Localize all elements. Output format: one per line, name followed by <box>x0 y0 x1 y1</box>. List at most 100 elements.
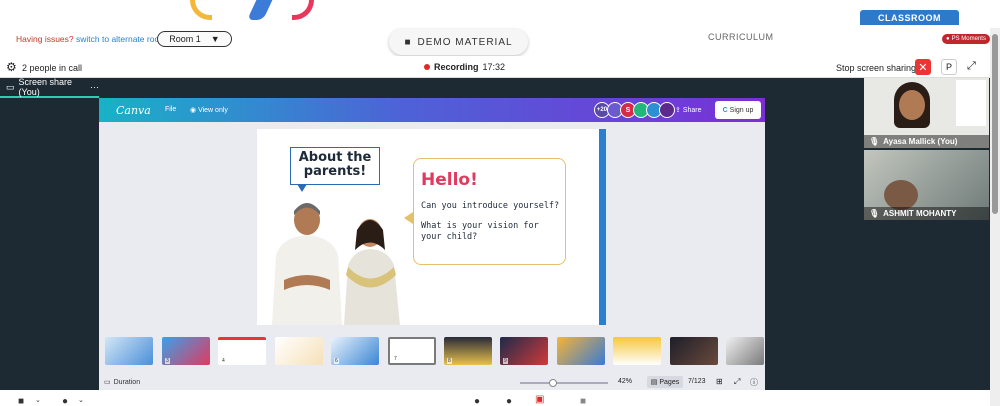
demo-material-label: DEMO MATERIAL <box>417 36 513 48</box>
duration-label: Duration <box>113 378 141 386</box>
grid-view-icon[interactable]: ⊞ <box>716 377 723 386</box>
thumbnail[interactable]: 9 <box>500 337 548 365</box>
thumbnail-current[interactable]: 7 <box>388 337 436 365</box>
classroom-tab[interactable]: CLASSROOM <box>860 10 959 25</box>
parents-photo <box>272 203 400 325</box>
microphone-icon: 🎙 <box>869 209 880 218</box>
pages-icon: ▤ <box>650 379 658 386</box>
people-count: 2 people in call <box>22 63 83 73</box>
p-button[interactable]: P <box>941 59 957 75</box>
room-selector[interactable]: Room 1 ▼ <box>157 31 232 47</box>
thumbnail[interactable]: 3 <box>162 337 210 365</box>
stop-sharing-close-icon[interactable]: ✕ <box>915 59 931 75</box>
slide-hello-title: Hello! <box>421 170 478 190</box>
duration-button[interactable]: ▭ Duration <box>104 378 141 387</box>
participant-face <box>899 90 925 120</box>
thumbnail[interactable]: 6 <box>331 337 379 365</box>
microphone-options-chevron-icon[interactable]: ⌄ <box>78 396 84 404</box>
thumbnail-number: 4 <box>221 358 226 364</box>
participant-name: ASHMIT MOHANTY <box>883 209 957 218</box>
ps-moments-badge[interactable]: ● PS Moments <box>942 34 990 44</box>
slide-thumbnails: 3 4 6 7 8 9 <box>104 337 764 367</box>
ps-moments-label: PS Moments <box>951 36 986 42</box>
thumbnail-number: 9 <box>503 358 508 364</box>
canva-sign-up-button[interactable]: C Sign up <box>715 101 761 119</box>
hello-speech-tail <box>404 212 413 224</box>
screen-share-tab-label: Screen share (You) <box>18 77 73 97</box>
issues-text: Having issues? <box>16 34 74 44</box>
fullscreen-icon[interactable]: ⤢ <box>734 377 740 387</box>
microphone-icon: 🎙 <box>869 137 880 146</box>
folder-icon: ■ <box>404 36 412 48</box>
alternate-room-link[interactable]: switch to alternate room <box>76 34 166 44</box>
thumbnail[interactable] <box>726 337 764 365</box>
clock-icon: ▭ <box>104 379 111 386</box>
pages-label: Pages <box>659 378 680 386</box>
slide-about-heading: About the parents! <box>290 147 380 185</box>
screen-share-tab[interactable]: ▭ Screen share (You) ··· <box>0 77 99 98</box>
thumbnail[interactable] <box>670 337 718 365</box>
whiteboard-icon[interactable]: ▣ <box>535 394 544 405</box>
collaborator-avatars[interactable]: +20 S <box>594 101 675 119</box>
brand-logo-arc-red <box>292 0 314 20</box>
participants-icon[interactable]: ● <box>474 396 480 406</box>
brand-logo-arc-blue <box>247 0 279 20</box>
share-label: Share <box>682 107 702 114</box>
eye-icon: ◉ <box>190 107 197 114</box>
thumbnail-number: 6 <box>334 358 339 364</box>
participant-name: Ayasa Mallick (You) <box>883 137 958 146</box>
participant-tile-2[interactable]: 🎙 ASHMIT MOHANTY <box>864 150 989 220</box>
recording-dot-icon <box>424 64 430 70</box>
recording-time: 17:32 <box>482 62 506 72</box>
thumbnail-number: 7 <box>393 356 398 362</box>
camera-options-chevron-icon[interactable]: ⌄ <box>35 396 41 404</box>
expand-icon[interactable]: ⤢ <box>967 60 976 73</box>
zoom-slider[interactable] <box>520 382 608 384</box>
chat-icon[interactable]: ● <box>506 396 512 406</box>
thumbnail[interactable] <box>613 337 661 365</box>
avatar <box>659 102 675 118</box>
more-options-icon[interactable]: ··· <box>90 82 99 92</box>
thumbnail[interactable]: 4 <box>218 337 266 365</box>
thumbnail[interactable]: 8 <box>444 337 492 365</box>
curriculum-tab[interactable]: CURRICULUM <box>708 32 774 42</box>
canva-file-menu[interactable]: File <box>165 106 176 113</box>
canva-share-button[interactable]: ⇪ Share <box>675 106 702 114</box>
recording-label: Recording <box>434 62 479 72</box>
thumbnail[interactable] <box>275 337 323 365</box>
microphone-icon[interactable]: ● <box>62 396 68 406</box>
slide-accent-bar <box>599 129 606 325</box>
share-icon: ⇪ <box>675 107 681 114</box>
page-count: 7/123 <box>688 378 706 385</box>
app-root: { "header": { "issues_text": "Having iss… <box>0 0 1000 406</box>
pages-button[interactable]: ▤ Pages <box>647 376 683 388</box>
thumbnail[interactable] <box>105 337 153 365</box>
thumbnail[interactable] <box>557 337 605 365</box>
background-poster <box>956 80 986 126</box>
screen-share-icon[interactable]: ■ <box>580 396 586 406</box>
recording-indicator: Recording 17:32 <box>424 62 505 72</box>
help-icon[interactable]: ⓘ <box>750 377 758 388</box>
thumbnail-number: 3 <box>165 358 170 364</box>
zoom-slider-knob[interactable] <box>549 379 557 387</box>
camera-icon: ● <box>946 36 950 42</box>
thumbnail-number: 8 <box>447 358 452 364</box>
brand-logo-arc-yellow <box>190 0 212 20</box>
canva-logo[interactable]: Canva <box>116 104 151 117</box>
canva-c-icon: C <box>722 106 728 114</box>
demo-material-button[interactable]: ■ DEMO MATERIAL <box>389 29 528 55</box>
connection-issues-notice: Having issues? switch to alternate room <box>16 34 166 44</box>
participant-tile-1[interactable]: 🎙 Ayasa Mallick (You) <box>864 78 989 148</box>
caret-down-icon: ▼ <box>210 34 220 44</box>
camera-icon[interactable]: ■ <box>18 396 24 406</box>
participant-face <box>884 180 918 210</box>
gear-icon[interactable]: ⚙ <box>6 60 17 74</box>
screen-icon: ▭ <box>6 81 15 92</box>
participant-name-bar: 🎙 Ayasa Mallick (You) <box>864 135 989 148</box>
participant-name-bar: 🎙 ASHMIT MOHANTY <box>864 207 989 220</box>
stop-screen-sharing-label[interactable]: Stop screen sharing <box>836 63 916 73</box>
bottom-toolbar <box>0 390 990 406</box>
canva-view-only[interactable]: ◉ View only <box>190 106 228 114</box>
slide-question-1: Can you introduce yourself? <box>421 201 560 211</box>
page-scrollbar-thumb[interactable] <box>992 34 998 214</box>
